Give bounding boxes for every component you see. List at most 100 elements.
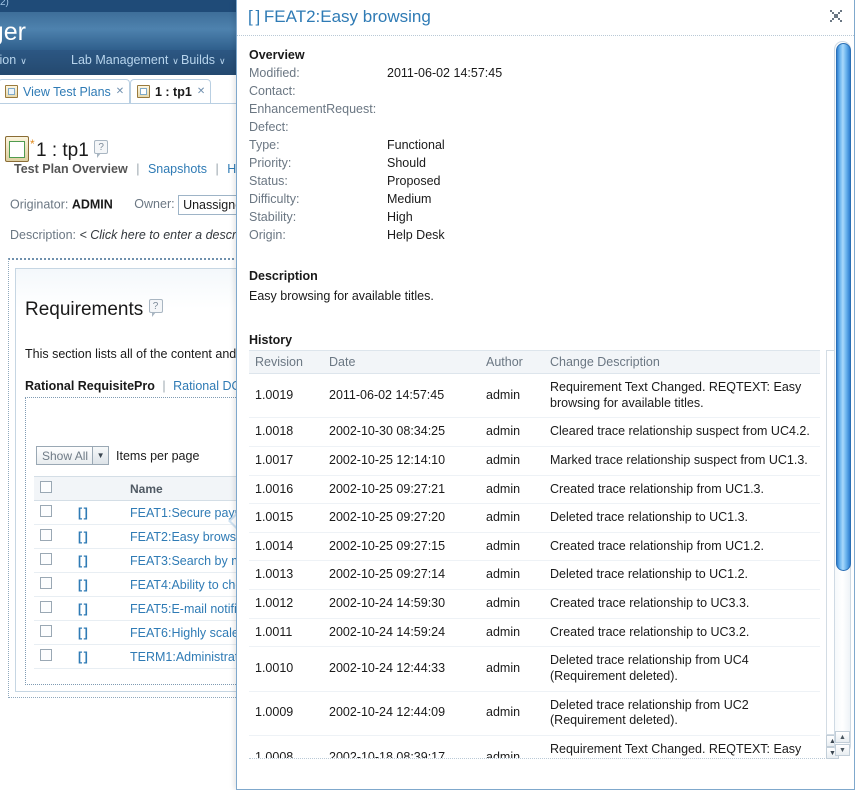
history-heading: History: [249, 333, 293, 347]
history-cell-change: Deleted trace relationship to UC1.3.: [544, 503, 820, 533]
requirement-bracket-icon: [ ]: [72, 524, 124, 549]
nav-item-lab-management[interactable]: Lab Management ∨: [71, 53, 179, 67]
overview-row: Stability: High: [249, 208, 502, 226]
history-cell-change: Deleted trace relationship to UC1.2.: [544, 560, 820, 590]
table-row: 1.0014 2002-10-25 09:27:15 admin Created tr…: [249, 532, 820, 562]
originator-label: Originator:: [10, 197, 69, 212]
tab-plan-1-tp1[interactable]: 1 : tp1 ✕: [130, 79, 212, 103]
tab-label: 1 : tp1: [155, 84, 192, 99]
description-heading: Description: [249, 269, 318, 283]
nav-item-builds[interactable]: Builds ∨: [181, 53, 226, 67]
history-cell-date: 2011-06-02 14:57:45: [323, 373, 480, 419]
close-icon[interactable]: [829, 9, 844, 24]
overview-field-value: 2011-06-02 14:57:45: [387, 66, 503, 80]
owner-label: Owner:: [134, 197, 175, 212]
table-row: 1.0009 2002-10-24 12:44:09 admin Deleted tr…: [249, 691, 820, 736]
clipboard-icon: [137, 85, 150, 98]
overview-field-value: [387, 82, 502, 100]
requirement-bracket-icon: [ ]: [72, 548, 124, 573]
overview-field-value: Help Desk: [387, 228, 445, 242]
history-table-scroll-area[interactable]: Revision Date Author Change Description …: [249, 350, 833, 759]
history-cell-revision: 1.0013: [249, 560, 323, 590]
history-cell-author: admin: [480, 618, 544, 648]
history-cell-revision: 1.0008: [249, 735, 323, 758]
dialog-scrollbar-thumb[interactable]: [836, 43, 851, 571]
row-checkbox[interactable]: [40, 505, 52, 517]
history-cell-change: Marked trace relationship suspect from U…: [544, 446, 820, 476]
table-row: 1.0015 2002-10-25 09:27:20 admin Deleted tr…: [249, 503, 820, 533]
history-cell-author: admin: [480, 589, 544, 619]
row-checkbox[interactable]: [40, 601, 52, 613]
requirement-bracket-icon: [ ]: [72, 644, 124, 669]
table-row: 1.0013 2002-10-25 09:27:14 admin Deleted tr…: [249, 560, 820, 590]
chevron-down-icon: ∨: [20, 56, 27, 66]
row-checkbox-cell: [34, 572, 72, 597]
history-cell-change: Deleted trace relationship from UC2 (Req…: [544, 691, 820, 736]
table-row: 1.0019 2011-06-02 14:57:45 admin Requiremen…: [249, 373, 820, 419]
overview-field-label: Type:: [249, 138, 280, 152]
items-per-page-select[interactable]: Show All ▼: [36, 446, 110, 465]
dialog-header: [ ] FEAT2:Easy browsing: [237, 0, 854, 36]
tab-label: View Test Plans: [23, 84, 111, 99]
history-col-revision: Revision: [249, 350, 323, 374]
history-cell-date: 2002-10-25 09:27:20: [323, 503, 480, 533]
select-all-header: [34, 476, 72, 501]
history-cell-author: admin: [480, 503, 544, 533]
history-cell-author: admin: [480, 735, 544, 758]
close-icon[interactable]: ✕: [197, 86, 205, 97]
row-checkbox[interactable]: [40, 577, 52, 589]
history-cell-change: Deleted trace relationship from UC4 (Req…: [544, 646, 820, 692]
row-checkbox[interactable]: [40, 529, 52, 541]
top-strip-text: 2): [0, 0, 9, 8]
table-row: 1.0018 2002-10-30 08:34:25 admin Cleared tr…: [249, 417, 820, 447]
dialog-scroll-down-button[interactable]: ▼: [835, 744, 850, 756]
history-cell-author: admin: [480, 691, 544, 736]
requirements-tool-links: Rational RequisitePro | Rational DOORS: [25, 379, 269, 393]
row-checkbox-cell: [34, 596, 72, 621]
overview-field-label: Difficulty:: [249, 192, 300, 206]
history-cell-author: admin: [480, 373, 544, 419]
history-col-author: Author: [480, 350, 544, 374]
table-row: 1.0011 2002-10-24 14:59:24 admin Created tr…: [249, 618, 820, 648]
history-cell-date: 2002-10-24 12:44:33: [323, 646, 480, 692]
breadcrumb-link-snapshots[interactable]: Snapshots: [148, 162, 207, 176]
description-label: Description:: [10, 228, 76, 242]
overview-section: Overview Modified: 2011-06-02 14:57:45 Con…: [249, 46, 502, 244]
row-checkbox[interactable]: [40, 649, 52, 661]
requirement-bracket-icon: [ ]: [72, 596, 124, 621]
description-field[interactable]: < Click here to enter a descript: [79, 228, 249, 242]
nav-item-construction[interactable]: nstruction∨: [0, 53, 27, 67]
history-cell-revision: 1.0017: [249, 446, 323, 476]
help-icon[interactable]: ?: [148, 299, 163, 317]
breadcrumb-current: Test Plan Overview: [14, 162, 128, 176]
breadcrumb: Test Plan Overview | Snapshots | His: [14, 162, 245, 176]
overview-row: Priority: Should: [249, 154, 502, 172]
overview-field-value: High: [387, 210, 413, 224]
select-all-checkbox[interactable]: [40, 481, 52, 493]
history-header-row: Revision Date Author Change Description: [249, 350, 820, 374]
row-checkbox-cell: [34, 500, 72, 525]
overview-heading-row: Overview: [249, 46, 502, 64]
overview-row: Type: Functional: [249, 136, 502, 154]
row-checkbox[interactable]: [40, 625, 52, 637]
overview-row: Contact:: [249, 82, 502, 100]
history-cell-change: Cleared trace relationship suspect from …: [544, 417, 820, 447]
requirements-intro: This section lists all of the content an…: [25, 347, 265, 361]
overview-field-label: Contact:: [249, 84, 296, 98]
history-cell-author: admin: [480, 646, 544, 692]
help-icon[interactable]: ?: [94, 140, 109, 158]
close-icon[interactable]: ✕: [116, 86, 124, 97]
history-cell-revision: 1.0014: [249, 532, 323, 562]
history-cell-revision: 1.0012: [249, 589, 323, 619]
tab-view-test-plans[interactable]: View Test Plans ✕: [0, 79, 131, 103]
dialog-scrollbar-track[interactable]: [834, 41, 851, 754]
history-cell-revision: 1.0015: [249, 503, 323, 533]
overview-field-value: Medium: [387, 192, 432, 206]
history-cell-change: Requirement Text Changed. REQTEXT: Easy …: [544, 735, 820, 758]
overview-field-value: [387, 100, 502, 118]
dialog-scrollbar[interactable]: ▲ ▼: [834, 41, 851, 778]
history-cell-change: Created trace relationship to UC3.3.: [544, 589, 820, 619]
dialog-scroll-up-button[interactable]: ▲: [835, 731, 850, 743]
row-checkbox[interactable]: [40, 553, 52, 565]
items-per-page-label: Items per page: [116, 448, 200, 463]
